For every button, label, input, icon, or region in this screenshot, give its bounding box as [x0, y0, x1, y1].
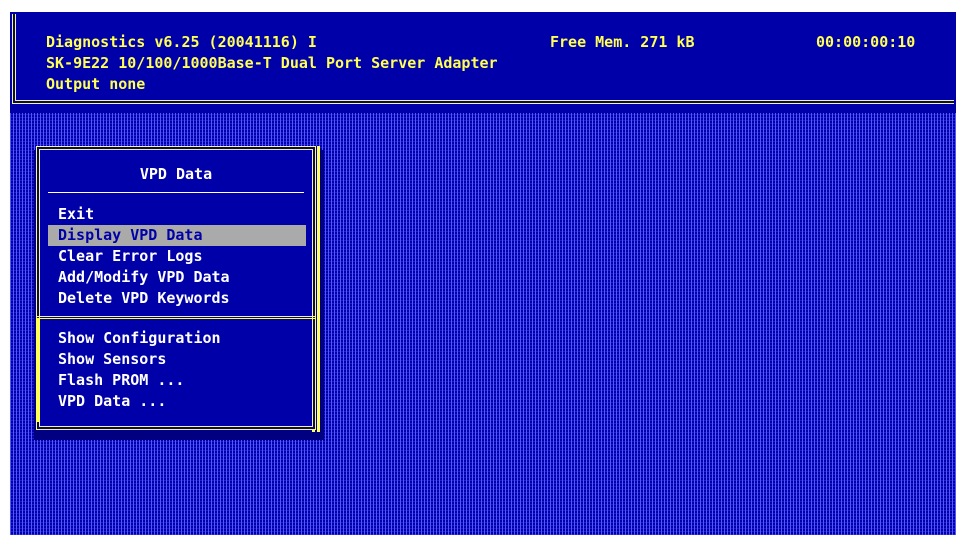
clock: 00:00:00:10	[816, 33, 916, 51]
vpd-data-menu: VPD Data Exit Display VPD Data Clear Err…	[36, 146, 316, 430]
menu-title: VPD Data	[139, 165, 213, 183]
menu-item-delete-vpd-keywords[interactable]: Delete VPD Keywords	[48, 288, 306, 309]
menu-item-show-sensors[interactable]: Show Sensors	[48, 349, 306, 370]
free-memory: Free Mem. 271 kB	[550, 33, 695, 51]
menu-item-show-configuration[interactable]: Show Configuration	[48, 328, 306, 349]
menu-group-submenus: Show Configuration Show Sensors Flash PR…	[48, 328, 306, 412]
output-status: Output none	[46, 75, 146, 93]
menu-group-separator	[36, 316, 316, 323]
menu-group-actions: Exit Display VPD Data Clear Error Logs A…	[48, 204, 306, 309]
adapter-name: SK-9E22 10/100/1000Base-T Dual Port Serv…	[46, 54, 498, 72]
app-title: Diagnostics v6.25 (20041116) I	[46, 33, 317, 51]
menu-item-flash-prom[interactable]: Flash PROM ...	[48, 370, 306, 391]
menu-divider	[48, 192, 304, 193]
menu-group-bar	[36, 318, 40, 422]
dos-screen: Diagnostics v6.25 (20041116) I Free Mem.…	[10, 12, 956, 535]
menu-item-vpd-data-submenu[interactable]: VPD Data ...	[48, 391, 306, 412]
menu-item-display-vpd-data[interactable]: Display VPD Data	[48, 225, 306, 246]
header-bar: Diagnostics v6.25 (20041116) I Free Mem.…	[10, 12, 956, 108]
menu-item-exit[interactable]: Exit	[48, 204, 306, 225]
menu-item-add-modify-vpd-data[interactable]: Add/Modify VPD Data	[48, 267, 306, 288]
menu-item-clear-error-logs[interactable]: Clear Error Logs	[48, 246, 306, 267]
